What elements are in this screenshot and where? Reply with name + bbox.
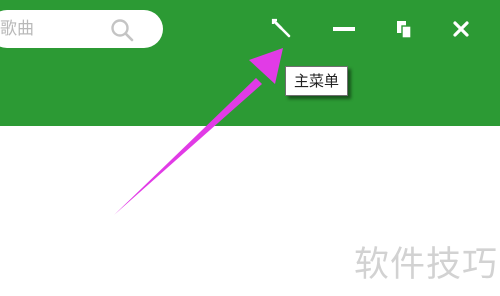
main-menu-tooltip: 主菜单: [285, 66, 349, 96]
main-menu-button[interactable]: [270, 17, 294, 41]
restore-button[interactable]: [393, 17, 417, 41]
minimize-button[interactable]: [332, 17, 356, 41]
title-bar: 歌曲: [0, 0, 500, 126]
close-icon: [449, 17, 473, 41]
search-input[interactable]: 歌曲: [0, 10, 34, 48]
minimize-icon: [332, 17, 356, 41]
tooltip-label: 主菜单: [294, 72, 340, 90]
wrench-icon: [270, 17, 294, 41]
watermark: 软件技巧: [354, 245, 499, 285]
close-button[interactable]: [449, 17, 473, 41]
search-box[interactable]: 歌曲: [0, 10, 163, 48]
restore-icon: [393, 17, 417, 41]
search-icon[interactable]: [110, 18, 134, 42]
